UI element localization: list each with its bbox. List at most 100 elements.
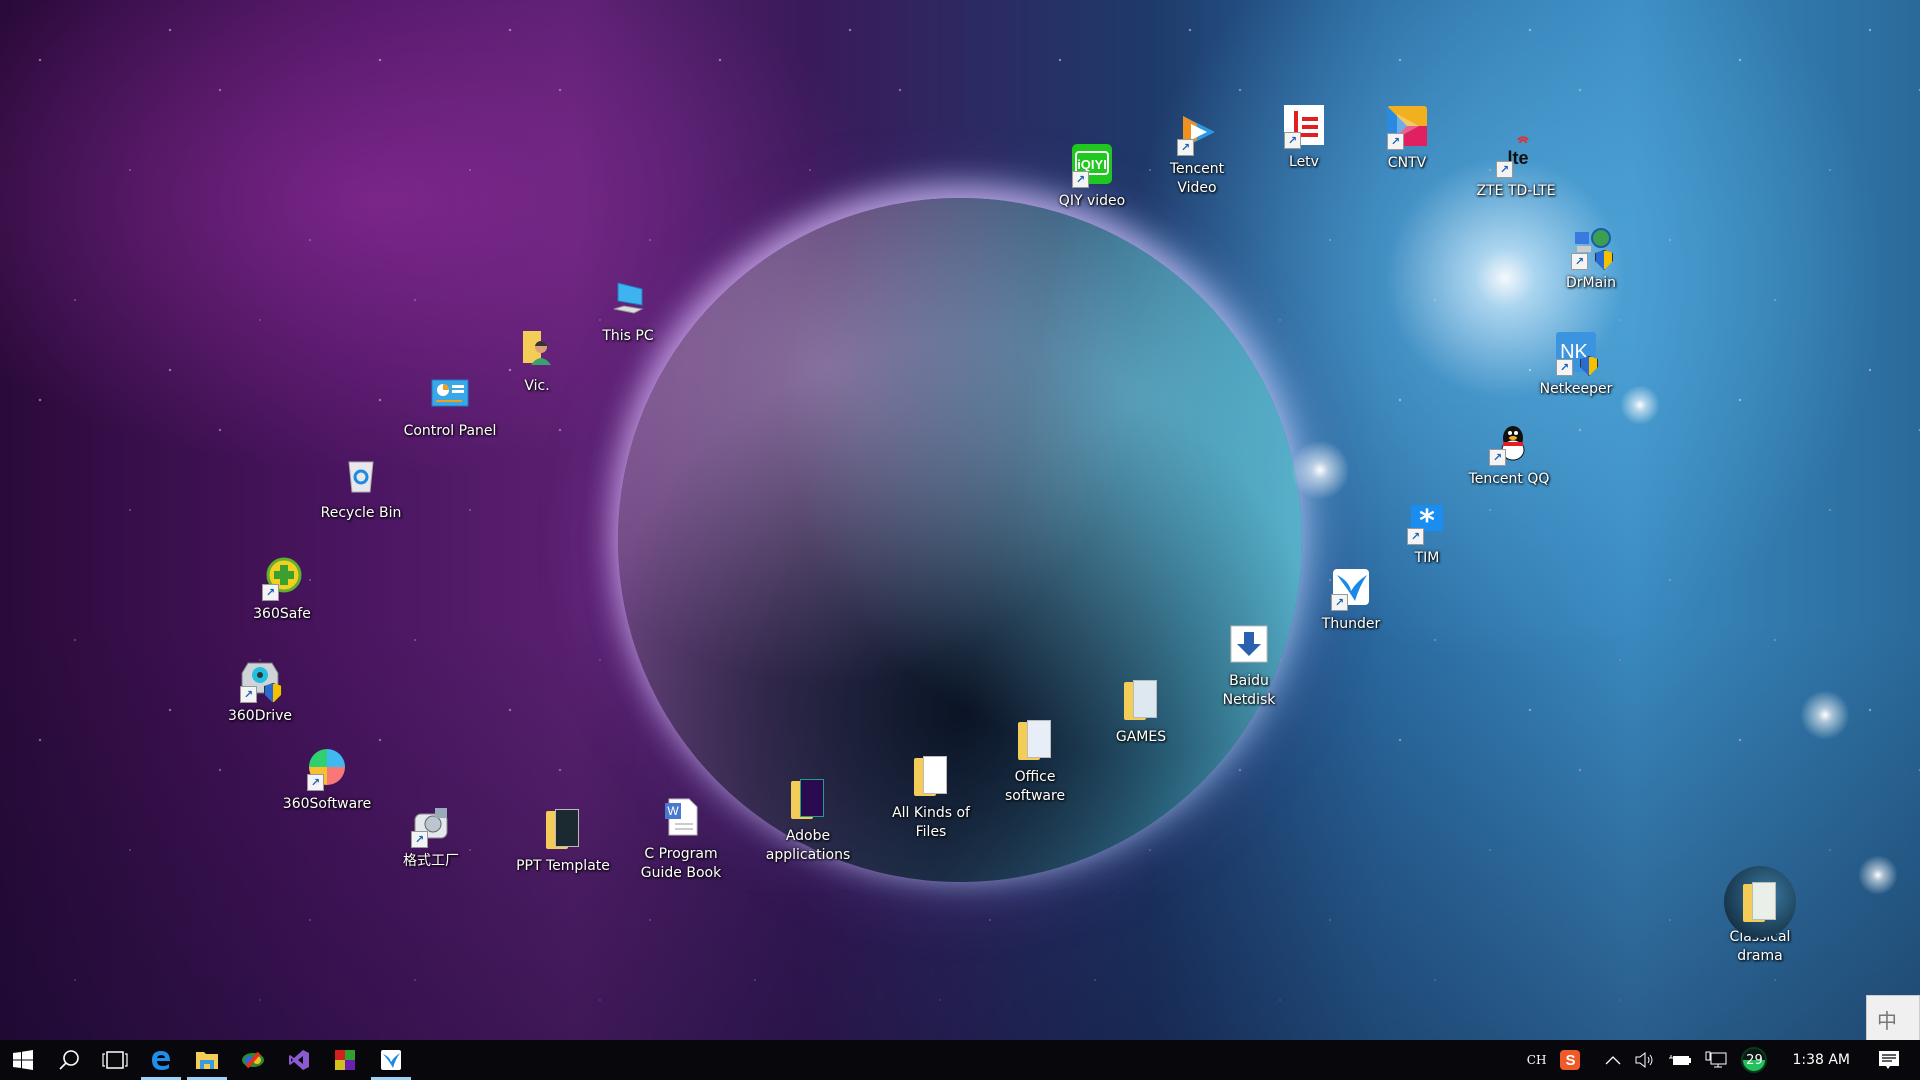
notification-icon bbox=[1879, 1051, 1899, 1069]
desktop-icon-control-panel[interactable]: Control Panel bbox=[400, 370, 500, 441]
desktop-icon-360safe[interactable]: ↗ 360Safe bbox=[232, 553, 332, 624]
icon-label: 360Safe bbox=[253, 606, 311, 622]
four-squares-icon bbox=[335, 1050, 355, 1070]
input-language-indicator[interactable]: CH bbox=[1520, 1040, 1554, 1080]
word-document-icon: W bbox=[657, 793, 705, 841]
computer-icon bbox=[604, 275, 652, 323]
desktop: This PC Vic. Control Panel Recycle Bin ↗… bbox=[0, 0, 1920, 1040]
taskbar-thunder[interactable] bbox=[368, 1040, 414, 1080]
desktop-icon-c-program-guide[interactable]: W C Program Guide Book bbox=[631, 793, 731, 883]
search-button[interactable] bbox=[46, 1040, 92, 1080]
chevron-up-icon bbox=[1605, 1056, 1621, 1065]
colorful-app-icon bbox=[242, 1051, 264, 1069]
battery-badge[interactable]: 29 bbox=[1734, 1040, 1774, 1080]
thunder-bird-icon bbox=[381, 1050, 401, 1070]
icon-label: Baidu Netdisk bbox=[1222, 673, 1276, 708]
icon-label: 360Software bbox=[282, 796, 372, 812]
ime-sogou-button[interactable]: S bbox=[1553, 1040, 1587, 1080]
icon-label: Control Panel bbox=[403, 423, 497, 439]
svg-text:iQIYI: iQIYI bbox=[1077, 157, 1107, 172]
windows-logo-icon bbox=[13, 1050, 33, 1070]
folder-icon bbox=[1724, 866, 1796, 938]
icon-label: Letv bbox=[1289, 154, 1319, 170]
battery-percent-label: 29 bbox=[1746, 1052, 1763, 1068]
desktop-icon-360software[interactable]: ↗ 360Software bbox=[277, 743, 377, 814]
uac-shield-icon bbox=[1595, 250, 1613, 270]
desktop-icon-cntv[interactable]: ↗ CNTV bbox=[1357, 102, 1457, 173]
icon-label: QIY video bbox=[1058, 193, 1126, 209]
icon-label: This PC bbox=[602, 328, 654, 344]
cntv-icon: ↗ bbox=[1383, 102, 1431, 150]
taskbar-visual-studio[interactable] bbox=[276, 1040, 322, 1080]
taskbar-app-colorful[interactable] bbox=[230, 1040, 276, 1080]
task-view-button[interactable] bbox=[92, 1040, 138, 1080]
battery-percent-badge: 29 bbox=[1741, 1047, 1768, 1073]
shortcut-arrow-icon: ↗ bbox=[411, 831, 428, 848]
iqiyi-icon: iQIYI ↗ bbox=[1068, 140, 1116, 188]
action-center-button[interactable] bbox=[1868, 1040, 1920, 1080]
wallpaper-flare bbox=[1800, 690, 1850, 740]
desktop-icon-zte-td-lte[interactable]: lte ↗ ZTE TD-LTE bbox=[1466, 130, 1566, 201]
shortcut-arrow-icon: ↗ bbox=[1489, 449, 1506, 466]
start-button[interactable] bbox=[0, 1040, 46, 1080]
search-icon bbox=[59, 1050, 79, 1070]
ime-mode-indicator[interactable]: 中 bbox=[1866, 995, 1920, 1043]
desktop-icon-360drive[interactable]: ↗ 360Drive bbox=[210, 655, 310, 726]
360safe-icon: ↗ bbox=[258, 553, 306, 601]
360software-icon: ↗ bbox=[303, 743, 351, 791]
desktop-icon-this-pc[interactable]: This PC bbox=[578, 275, 678, 346]
wallpaper-flare bbox=[1290, 440, 1350, 500]
desktop-icon-recycle-bin[interactable]: Recycle Bin bbox=[311, 452, 411, 523]
icon-label: TIM bbox=[1414, 550, 1440, 566]
clock[interactable]: 1:38 AM bbox=[1774, 1040, 1868, 1080]
icon-label: PPT Template bbox=[516, 858, 610, 874]
desktop-icon-all-kinds-files[interactable]: All Kinds of Files bbox=[881, 752, 981, 842]
taskbar-file-explorer[interactable] bbox=[184, 1040, 230, 1080]
icon-label: CNTV bbox=[1387, 155, 1427, 171]
desktop-icon-office-software[interactable]: Office software bbox=[985, 716, 1085, 806]
desktop-icon-netkeeper[interactable]: NK ↗ Netkeeper bbox=[1526, 328, 1626, 399]
tencent-video-icon: ↗ bbox=[1173, 108, 1221, 156]
ime-mode-label: 中 bbox=[1877, 1008, 1897, 1033]
show-hidden-icons-button[interactable] bbox=[1587, 1040, 1628, 1080]
desktop-icon-letv[interactable]: ↗ Letv bbox=[1254, 101, 1354, 172]
volume-button[interactable] bbox=[1628, 1040, 1662, 1080]
battery-charging-icon bbox=[1669, 1055, 1692, 1065]
desktop-icon-format-factory[interactable]: ↗ 格式工厂 bbox=[381, 800, 481, 871]
shortcut-arrow-icon: ↗ bbox=[1571, 253, 1588, 270]
desktop-icon-games[interactable]: GAMES bbox=[1091, 676, 1191, 747]
desktop-icon-baidu-netdisk[interactable]: Baidu Netdisk bbox=[1199, 620, 1299, 710]
shortcut-arrow-icon: ↗ bbox=[1284, 132, 1301, 149]
desktop-icon-tencent-video[interactable]: ↗ Tencent Video bbox=[1147, 108, 1247, 198]
control-panel-icon bbox=[426, 370, 474, 418]
icon-label: Office software bbox=[1004, 769, 1066, 804]
desktop-icon-adobe-apps[interactable]: Adobe applications bbox=[758, 775, 858, 865]
desktop-icon-iqiyi[interactable]: iQIYI ↗ QIY video bbox=[1042, 140, 1142, 211]
desktop-icon-tencent-qq[interactable]: ↗ Tencent QQ bbox=[1459, 418, 1559, 489]
icon-label: Adobe applications bbox=[765, 828, 851, 863]
360drive-icon: ↗ bbox=[236, 655, 284, 703]
shortcut-arrow-icon: ↗ bbox=[307, 774, 324, 791]
taskbar: CH S 29 1:38 AM bbox=[0, 1040, 1920, 1080]
taskbar-app-squares[interactable] bbox=[322, 1040, 368, 1080]
icon-label: Tencent QQ bbox=[1468, 471, 1550, 487]
shortcut-arrow-icon: ↗ bbox=[1177, 139, 1194, 156]
battery-button[interactable] bbox=[1662, 1040, 1698, 1080]
desktop-icon-tim[interactable]: * ↗ TIM bbox=[1377, 497, 1477, 568]
desktop-icon-ppt-template[interactable]: PPT Template bbox=[513, 805, 613, 876]
shortcut-arrow-icon: ↗ bbox=[1496, 161, 1513, 178]
edge-icon bbox=[152, 1051, 170, 1070]
letv-icon: ↗ bbox=[1280, 101, 1328, 149]
wallpaper-flare bbox=[1858, 855, 1898, 895]
shortcut-arrow-icon: ↗ bbox=[262, 584, 279, 601]
desktop-icon-vic[interactable]: Vic. bbox=[487, 325, 587, 396]
shortcut-arrow-icon: ↗ bbox=[1407, 528, 1424, 545]
desktop-icon-drmain[interactable]: ↗ DrMain bbox=[1541, 222, 1641, 293]
network-button[interactable] bbox=[1698, 1040, 1734, 1080]
folder-icon bbox=[196, 1052, 218, 1069]
desktop-icon-thunder[interactable]: ↗ Thunder bbox=[1301, 563, 1401, 634]
taskbar-edge[interactable] bbox=[138, 1040, 184, 1080]
netkeeper-icon: NK ↗ bbox=[1552, 328, 1600, 376]
desktop-icon-classical-drama[interactable]: Classical drama bbox=[1710, 866, 1810, 966]
folder-icon bbox=[1117, 676, 1165, 724]
